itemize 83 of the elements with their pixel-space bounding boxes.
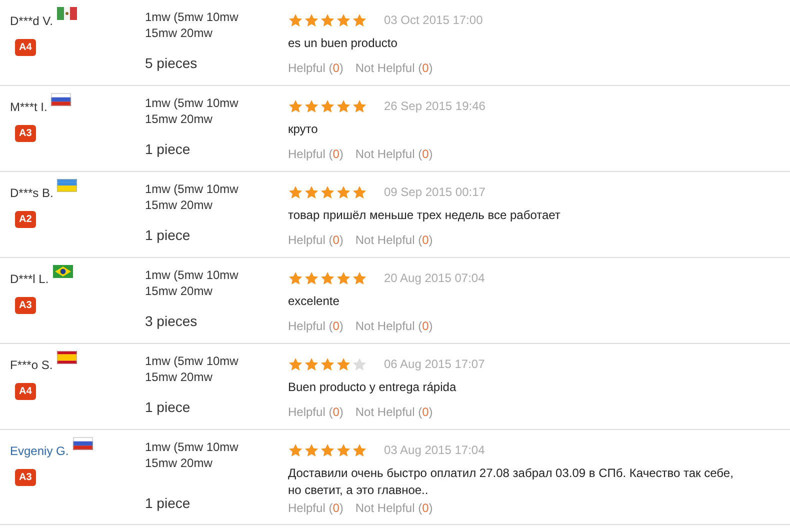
reviewer-name: M***t I.: [10, 99, 48, 116]
review-date: 03 Oct 2015 17:00: [384, 12, 483, 29]
reviewer-name: D***l L.: [10, 271, 49, 288]
quantity: 1 piece: [145, 398, 192, 417]
star-icon: [288, 184, 303, 200]
quantity: 1 piece: [145, 226, 192, 245]
review-text: Доставили очень быстро оплатил 27.08 забрал 03.09 в СПб. Качество так себе, но светит, а это главное..: [288, 465, 734, 499]
quantity: 1 piece: [145, 494, 192, 513]
buyer-level-badge: A2: [15, 211, 36, 228]
star-icon: [336, 12, 351, 28]
vote-link[interactable]: Helpful (0): [288, 59, 344, 77]
star-icon: [352, 270, 367, 286]
star-icon: [304, 270, 319, 286]
star-icon: [288, 356, 303, 372]
star-icon: [320, 184, 335, 200]
vote-link[interactable]: Not Helpful (0): [355, 59, 433, 77]
star-icon: [320, 356, 335, 372]
star-icon: [304, 184, 319, 200]
reviewer-name: D***d V.: [10, 13, 53, 30]
star-icon: [304, 356, 319, 372]
review-date: 03 Aug 2015 17:04: [384, 442, 485, 459]
flag-icon: [72, 437, 93, 450]
star-icon: [304, 442, 319, 458]
flag-icon: [56, 351, 77, 364]
vote-link[interactable]: Not Helpful (0): [355, 499, 433, 517]
flag-icon: [56, 7, 77, 20]
star-icon: [336, 356, 351, 372]
vote-link[interactable]: Helpful (0): [288, 317, 344, 335]
star-icon: [352, 442, 367, 458]
buyer-level-badge: A4: [15, 39, 36, 56]
star-icon: [304, 98, 319, 114]
star-icon: [288, 442, 303, 458]
vote-link[interactable]: Helpful (0): [288, 403, 344, 421]
star-icon: [288, 270, 303, 286]
buyer-level-badge: A3: [15, 469, 36, 486]
flag-icon: [51, 93, 72, 106]
review-text: excelente: [288, 293, 340, 310]
reviewer-name: F***o S.: [10, 357, 53, 374]
review-text: товар пришёл меньше трех недель все работает: [288, 207, 562, 224]
product-variant: 1mw (5mw 10mw 15mw 20mw: [145, 439, 240, 471]
star-icon: [336, 98, 351, 114]
star-icon: [320, 442, 335, 458]
star-icon: [320, 98, 335, 114]
flag-icon: [57, 179, 78, 192]
quantity: 3 pieces: [145, 312, 198, 331]
vote-link[interactable]: Not Helpful (0): [355, 317, 433, 335]
star-icon: [288, 98, 303, 114]
star-icon: [336, 184, 351, 200]
review-text: круто: [288, 121, 319, 138]
star-icon: [304, 12, 319, 28]
star-icon: [320, 270, 335, 286]
review-text: es un buen producto: [288, 35, 398, 52]
product-variant: 1mw (5mw 10mw 15mw 20mw: [145, 181, 240, 213]
star-icon: [336, 270, 351, 286]
star-icon: [336, 442, 351, 458]
star-icon: [352, 98, 367, 114]
product-variant: 1mw (5mw 10mw 15mw 20mw: [145, 95, 240, 127]
star-icon: [352, 12, 367, 28]
product-variant: 1mw (5mw 10mw 15mw 20mw: [145, 267, 240, 299]
review-text: Buen producto y entrega rápida: [288, 379, 458, 396]
vote-link[interactable]: Helpful (0): [288, 499, 344, 517]
buyer-level-badge: A4: [15, 383, 36, 400]
reviewer-name[interactable]: Evgeniy G.: [10, 442, 69, 460]
product-variant: 1mw (5mw 10mw 15mw 20mw: [145, 9, 240, 41]
buyer-level-badge: A3: [15, 297, 36, 314]
review-date: 09 Sep 2015 00:17: [384, 184, 486, 201]
star-icon: [352, 184, 367, 200]
flag-icon: [52, 265, 73, 278]
product-variant: 1mw (5mw 10mw 15mw 20mw: [145, 353, 240, 385]
vote-link[interactable]: Helpful (0): [288, 231, 344, 249]
review-date: 20 Aug 2015 07:04: [384, 270, 485, 287]
star-icon: [288, 12, 303, 28]
vote-link[interactable]: Not Helpful (0): [355, 403, 433, 421]
star-icon: [320, 12, 335, 28]
vote-link[interactable]: Helpful (0): [288, 145, 344, 163]
buyer-level-badge: A3: [15, 125, 36, 142]
review-date: 06 Aug 2015 17:07: [384, 356, 485, 373]
review-date: 26 Sep 2015 19:46: [384, 98, 486, 115]
vote-link[interactable]: Not Helpful (0): [355, 145, 433, 163]
quantity: 1 piece: [145, 140, 192, 159]
vote-link[interactable]: Not Helpful (0): [355, 231, 433, 249]
reviewer-name: D***s B.: [10, 185, 54, 202]
quantity: 5 pieces: [145, 54, 198, 73]
